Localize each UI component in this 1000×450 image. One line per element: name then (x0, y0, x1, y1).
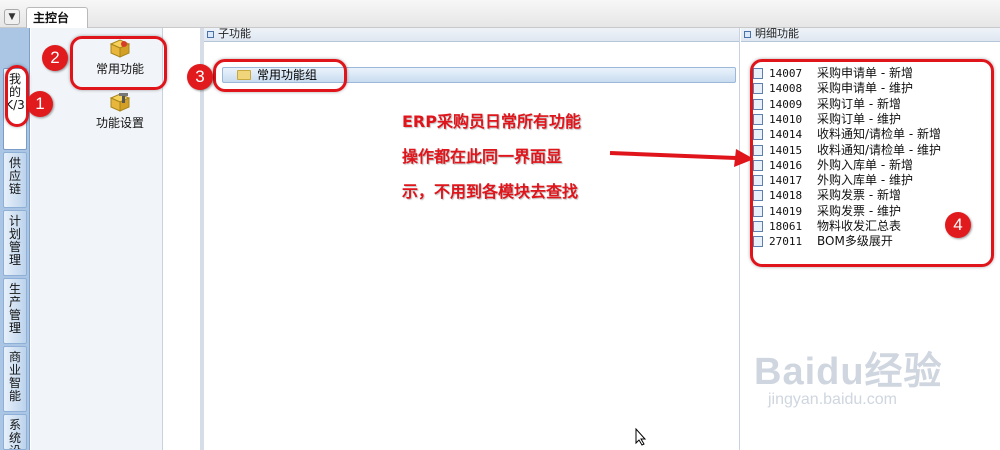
detail-function-title: 明细功能 (755, 27, 799, 40)
watermark-brand: Baidu经验 (754, 351, 943, 393)
tab-main-console[interactable]: 主控台 (26, 7, 88, 29)
highlight-box-2 (70, 36, 167, 90)
sidebar-tab-label: 系统设置 (8, 418, 21, 450)
badge-2: 2 (42, 45, 68, 71)
sidebar-tab-planning[interactable]: 计划管理 (3, 210, 27, 276)
annotation-line: ERP采购员日常所有功能 (402, 112, 581, 131)
sidebar-tab-label: 供应链 (8, 156, 21, 196)
sidebar-tab-bi[interactable]: 商业智能 (3, 346, 27, 412)
box-gear-icon (109, 93, 131, 112)
badge-1: 1 (27, 91, 53, 117)
sub-function-header: 子功能 (204, 28, 739, 42)
sidebar-tab-label: 生产管理 (8, 282, 21, 335)
annotation-text: ERP采购员日常所有功能 操作都在此同一界面显 示，不用到各模块去查找 (402, 104, 632, 209)
top-bar: ▼ 主控台 (0, 0, 1000, 29)
header-square-icon (207, 31, 214, 38)
detail-function-header: 明细功能 (741, 28, 1000, 42)
header-square-icon (744, 31, 751, 38)
sidebar-tab-label: 计划管理 (8, 214, 21, 267)
dropdown-arrow-icon[interactable]: ▼ (4, 9, 20, 25)
mouse-cursor-icon (635, 428, 647, 446)
sidebar-tab-label: 商业智能 (8, 350, 21, 403)
func-item-settings[interactable]: 功能设置 (75, 92, 165, 131)
sidebar-tab-supply-chain[interactable]: 供应链 (3, 152, 27, 208)
badge-3: 3 (187, 64, 213, 90)
annotation-line: 操作都在此同一界面显 (402, 147, 563, 166)
highlight-box-3 (213, 59, 347, 92)
sub-function-title: 子功能 (218, 27, 251, 40)
func-item-label: 功能设置 (95, 116, 144, 130)
annotation-arrow-icon (609, 149, 754, 167)
sidebar-tab-production[interactable]: 生产管理 (3, 278, 27, 344)
badge-4: 4 (945, 212, 971, 238)
watermark: Baidu经验 jingyan.baidu.com (754, 340, 994, 409)
highlight-box-1 (5, 65, 29, 127)
watermark-url: jingyan.baidu.com (768, 391, 897, 408)
annotation-line: 示，不用到各模块去查找 (402, 182, 579, 201)
spacer (164, 28, 200, 450)
sidebar-tab-system[interactable]: 系统设置 (3, 414, 27, 450)
